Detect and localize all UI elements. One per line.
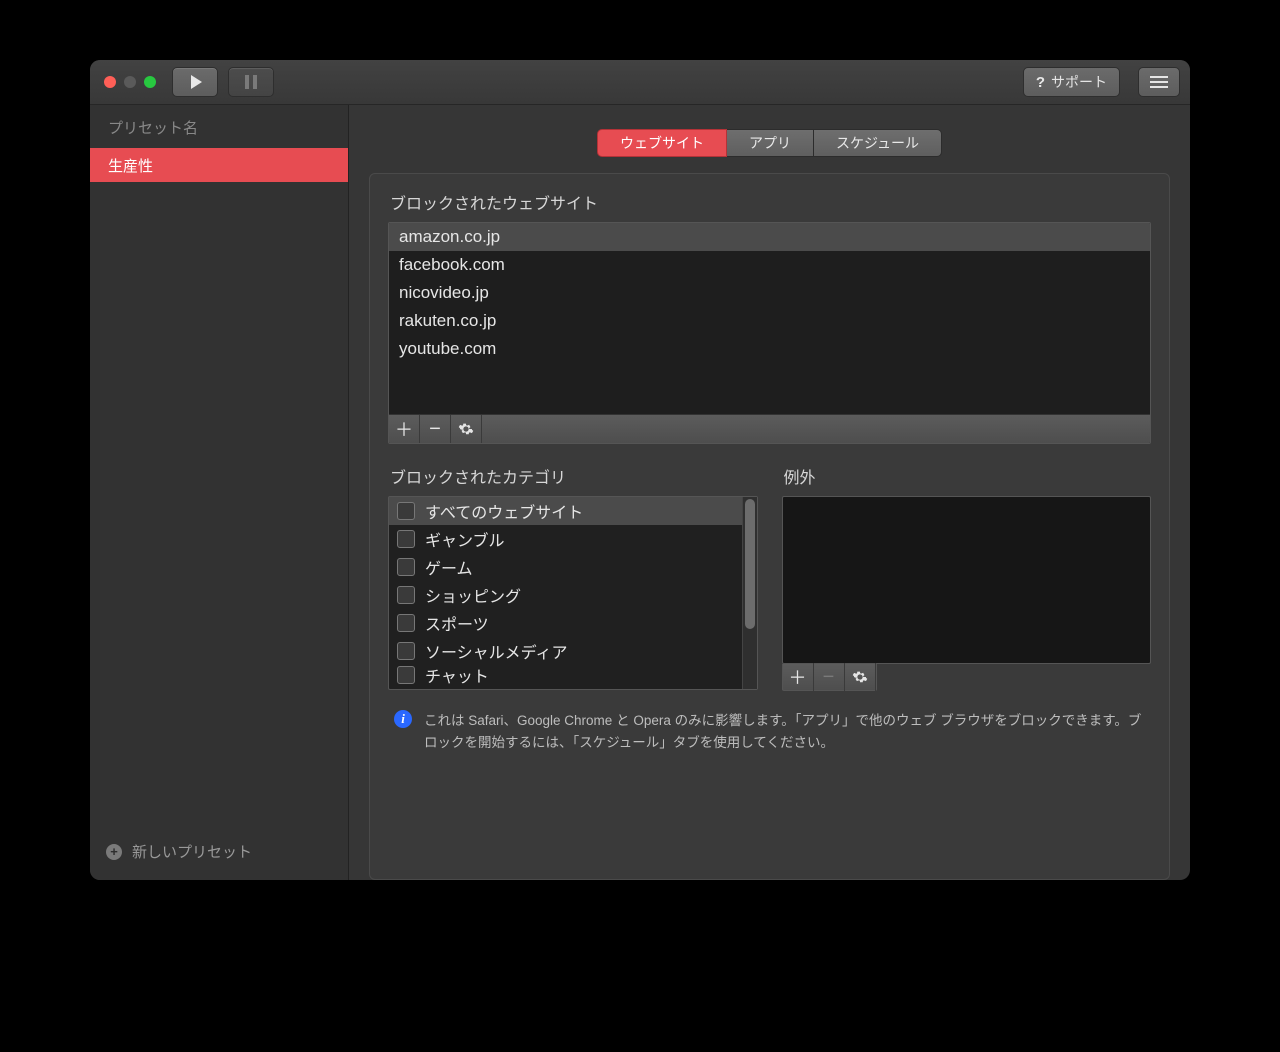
categories-column: ブロックされたカテゴリ すべてのウェブサイト ギャンブル: [388, 462, 758, 692]
sidebar-header: プリセット名: [90, 105, 348, 148]
site-domain: youtube.com: [399, 339, 496, 359]
category-label: スポーツ: [425, 611, 489, 635]
site-domain: amazon.co.jp: [399, 227, 500, 247]
site-row[interactable]: youtube.com: [389, 335, 1150, 363]
category-row[interactable]: チャット: [389, 665, 742, 685]
tab-label: スケジュール: [836, 133, 919, 153]
tab-schedule[interactable]: スケジュール: [814, 129, 942, 157]
category-row[interactable]: すべてのウェブサイト: [389, 497, 742, 525]
add-site-button[interactable]: ＋: [389, 415, 420, 443]
support-button[interactable]: ? サポート: [1023, 67, 1120, 97]
tab-apps[interactable]: アプリ: [727, 129, 814, 157]
site-row[interactable]: facebook.com: [389, 251, 1150, 279]
tab-label: ウェブサイト: [620, 133, 704, 153]
traffic-lights: [104, 76, 156, 88]
play-icon: [191, 75, 202, 89]
category-checkbox[interactable]: [397, 614, 415, 632]
blocked-categories-heading: ブロックされたカテゴリ: [390, 464, 758, 488]
category-row[interactable]: ショッピング: [389, 581, 742, 609]
site-row[interactable]: nicovideo.jp: [389, 279, 1150, 307]
fullscreen-window-button[interactable]: [144, 76, 156, 88]
category-label: ショッピング: [425, 583, 521, 607]
site-row[interactable]: rakuten.co.jp: [389, 307, 1150, 335]
category-row[interactable]: ソーシャルメディア: [389, 637, 742, 665]
site-row[interactable]: amazon.co.jp: [389, 223, 1150, 251]
site-domain: nicovideo.jp: [399, 283, 489, 303]
category-row[interactable]: スポーツ: [389, 609, 742, 637]
plus-circle-icon: +: [106, 844, 122, 860]
remove-exception-button: −: [814, 663, 845, 691]
content-panel: ブロックされたウェブサイト amazon.co.jp facebook.com …: [369, 173, 1170, 880]
category-label: ギャンブル: [425, 527, 505, 551]
category-row[interactable]: ギャンブル: [389, 525, 742, 553]
new-preset-label: 新しいプリセット: [132, 841, 252, 862]
preset-label: 生産性: [108, 155, 153, 176]
preset-item[interactable]: 生産性: [90, 148, 348, 182]
category-label: ソーシャルメディア: [425, 639, 568, 663]
scrollbar-thumb[interactable]: [745, 499, 755, 629]
category-checkbox[interactable]: [397, 586, 415, 604]
site-domain: rakuten.co.jp: [399, 311, 496, 331]
tab-bar: ウェブサイト アプリ スケジュール: [597, 129, 942, 157]
app-window: ? サポート プリセット名 生産性 + 新しいプリセット ウェブサイト アプリ …: [90, 60, 1190, 880]
menu-button[interactable]: [1138, 67, 1180, 97]
start-button[interactable]: [172, 67, 218, 97]
site-domain: facebook.com: [399, 255, 505, 275]
blocked-sites-toolbar: ＋ −: [389, 414, 1150, 443]
tab-label: アプリ: [749, 133, 791, 153]
category-checkbox[interactable]: [397, 642, 415, 660]
new-preset-button[interactable]: + 新しいプリセット: [90, 827, 348, 880]
gear-icon: [852, 669, 868, 685]
hamburger-icon: [1150, 76, 1168, 88]
remove-site-button[interactable]: −: [420, 415, 451, 443]
info-note: i これは Safari、Google Chrome と Opera のみに影響…: [388, 710, 1151, 757]
gear-icon: [458, 421, 474, 437]
support-label: サポート: [1051, 72, 1107, 92]
minimize-window-button[interactable]: [124, 76, 136, 88]
exceptions-toolbar: ＋ −: [782, 664, 877, 691]
blocked-sites-list[interactable]: amazon.co.jp facebook.com nicovideo.jp r…: [388, 222, 1151, 444]
tab-websites[interactable]: ウェブサイト: [597, 129, 727, 157]
category-label: チャット: [425, 665, 489, 685]
categories-scrollbar[interactable]: [742, 497, 757, 689]
pause-button[interactable]: [228, 67, 274, 97]
category-checkbox[interactable]: [397, 502, 415, 520]
exceptions-list[interactable]: [782, 496, 1152, 664]
blocked-sites-heading: ブロックされたウェブサイト: [390, 190, 1151, 214]
site-options-button[interactable]: [451, 415, 482, 443]
categories-list[interactable]: すべてのウェブサイト ギャンブル ゲーム: [388, 496, 758, 690]
add-exception-button[interactable]: ＋: [783, 663, 814, 691]
category-checkbox[interactable]: [397, 530, 415, 548]
exceptions-heading: 例外: [784, 464, 1152, 488]
pause-icon: [245, 75, 257, 89]
category-label: すべてのウェブサイト: [425, 499, 583, 523]
close-window-button[interactable]: [104, 76, 116, 88]
main-area: ウェブサイト アプリ スケジュール ブロックされたウェブサイト amazon.c…: [349, 105, 1190, 880]
info-text: これは Safari、Google Chrome と Opera のみに影響しま…: [424, 710, 1145, 753]
category-checkbox[interactable]: [397, 666, 415, 684]
titlebar: ? サポート: [90, 60, 1190, 105]
info-icon: i: [394, 710, 412, 728]
sidebar: プリセット名 生産性 + 新しいプリセット: [90, 105, 349, 880]
help-icon: ?: [1036, 74, 1045, 91]
exceptions-column: 例外 ＋ −: [782, 462, 1152, 692]
exception-options-button[interactable]: [845, 663, 876, 691]
category-label: ゲーム: [425, 555, 473, 579]
category-checkbox[interactable]: [397, 558, 415, 576]
category-row[interactable]: ゲーム: [389, 553, 742, 581]
